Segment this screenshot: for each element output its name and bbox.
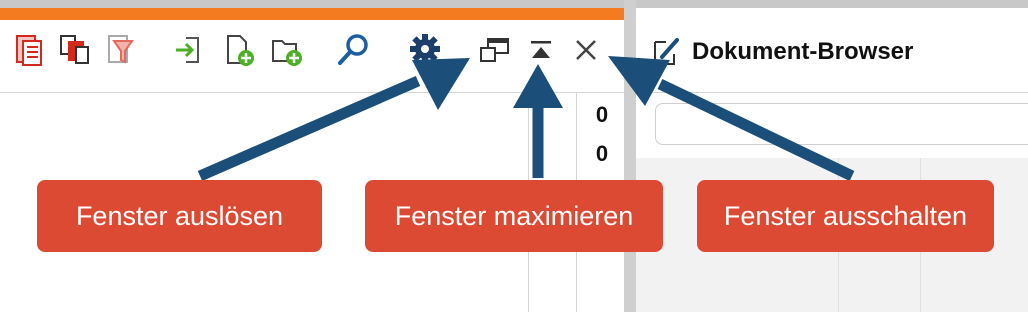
callout-close-window: Fenster ausschalten bbox=[697, 180, 994, 252]
settings-gear-icon[interactable] bbox=[408, 32, 442, 66]
undock-window-icon[interactable] bbox=[478, 37, 512, 65]
document-list-icon[interactable] bbox=[14, 33, 46, 67]
edit-document-icon bbox=[652, 36, 682, 68]
window-top-border bbox=[636, 0, 1028, 8]
filter-documents-icon[interactable] bbox=[104, 33, 138, 67]
new-folder-icon[interactable] bbox=[270, 33, 306, 67]
panel-divider[interactable] bbox=[624, 0, 636, 312]
callout-undock-window: Fenster auslösen bbox=[37, 180, 322, 252]
left-toolbar-separator bbox=[0, 92, 624, 93]
maximize-window-icon[interactable] bbox=[528, 38, 554, 62]
window-top-border bbox=[0, 0, 624, 8]
copy-documents-icon[interactable] bbox=[58, 34, 92, 66]
search-icon[interactable] bbox=[336, 32, 372, 68]
right-header-separator bbox=[636, 92, 1028, 93]
count-value: 0 bbox=[595, 102, 609, 127]
callout-maximize-window: Fenster maximieren bbox=[365, 180, 663, 252]
panel-title: Dokument-Browser bbox=[692, 38, 914, 65]
search-field[interactable] bbox=[655, 103, 1028, 145]
close-icon[interactable] bbox=[574, 38, 598, 62]
new-document-icon[interactable] bbox=[224, 33, 258, 67]
import-icon[interactable] bbox=[174, 34, 204, 66]
count-value: 0 bbox=[595, 141, 609, 166]
active-panel-accent-bar bbox=[0, 8, 624, 20]
